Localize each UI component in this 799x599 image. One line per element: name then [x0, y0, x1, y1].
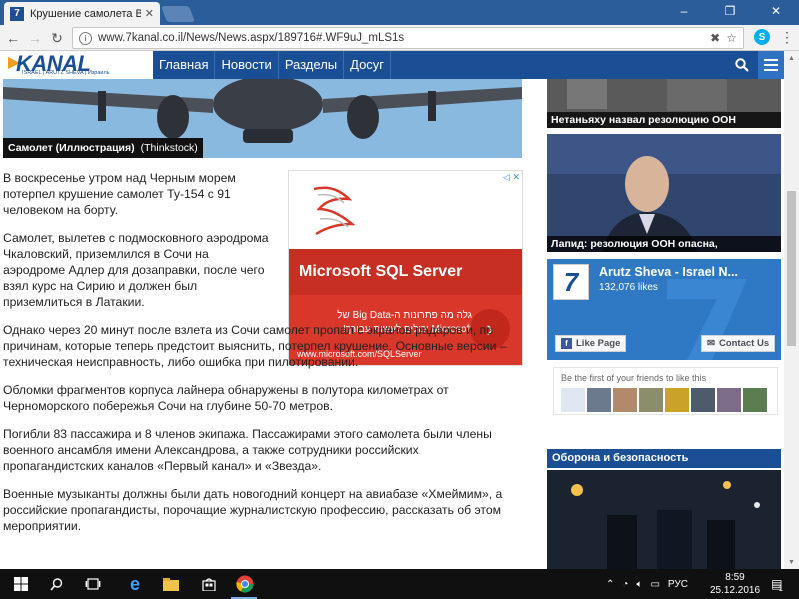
browser-tab[interactable]: 7 Крушение самолета В Р ✕ — [4, 2, 160, 25]
nav-item-sections[interactable]: Разделы — [279, 51, 345, 79]
avatar[interactable] — [717, 388, 741, 412]
screen: 7 Крушение самолета В Р ✕ – ❐ ✕ ← → ↻ i … — [0, 0, 799, 599]
nav-item-home[interactable]: Главная — [153, 51, 216, 79]
article-paragraph: Обломки фрагментов корпуса лайнера обнар… — [3, 383, 449, 413]
defense-news-photo[interactable] — [547, 470, 781, 569]
address-bar[interactable]: i www.7kanal.co.il/News/News.aspx/189716… — [72, 27, 744, 49]
nav-menu: Главная Новости Разделы Досуг — [153, 51, 392, 79]
friends-text: Be the first of your friends to like thi… — [561, 373, 707, 383]
clock-date: 25.12.2016 — [710, 585, 761, 596]
avatar[interactable] — [613, 388, 637, 412]
extension-blocked-icon[interactable]: ✖ — [710, 31, 720, 45]
hamburger-menu-icon[interactable] — [758, 51, 784, 79]
news-photo — [547, 470, 781, 569]
tab-title: Крушение самолета В Р — [30, 7, 141, 20]
friends-avatars — [561, 388, 767, 412]
avatar[interactable] — [691, 388, 715, 412]
url-text: www.7kanal.co.il/News/News.aspx/189716#.… — [98, 32, 405, 44]
hero-caption-text: Самолет (Иллюстрация) — [8, 142, 135, 154]
article-paragraph: Военные музыканты должны были дать новог… — [3, 487, 503, 533]
keyboard-language[interactable]: РУС — [668, 579, 688, 590]
browser-tabstrip: 7 Крушение самолета В Р ✕ – ❐ ✕ — [0, 0, 799, 25]
scrollbar-thumb[interactable] — [787, 191, 796, 346]
article-paragraph: В воскресенье утром над Черным морем пот… — [3, 171, 236, 217]
minimize-button[interactable]: – — [662, 0, 706, 22]
browser-toolbar: ← → ↻ i www.7kanal.co.il/News/News.aspx/… — [0, 25, 799, 51]
show-hidden-icons-icon[interactable]: ⌃ — [606, 579, 614, 590]
avatar[interactable] — [561, 388, 585, 412]
article-hero-image: Самолет (Иллюстрация) (Thinkstock) — [3, 79, 522, 158]
back-arrow-icon[interactable]: ← — [4, 29, 22, 47]
facebook-page-name[interactable]: Arutz Sheva - Israel N... — [599, 265, 738, 279]
logo-seven: 7 — [563, 266, 579, 297]
task-view-icon[interactable] — [82, 573, 104, 595]
facebook-icon: f — [561, 338, 572, 349]
contact-us-label: Contact Us — [718, 338, 770, 349]
search-icon[interactable] — [46, 573, 68, 595]
scroll-up-icon[interactable]: ▲ — [784, 51, 799, 65]
windows-taskbar: e ⌃ ◔ 🔈︎ ▭ РУС 8:59 25.12.2016 ▤ 1 — [0, 569, 799, 599]
bookmark-star-icon[interactable]: ☆ — [726, 31, 737, 45]
info-icon[interactable]: i — [79, 31, 92, 45]
avatar[interactable] — [587, 388, 611, 412]
envelope-icon: ✉ — [707, 338, 715, 349]
search-icon[interactable] — [732, 55, 752, 75]
avatar[interactable] — [743, 388, 767, 412]
avatar[interactable] — [665, 388, 689, 412]
article-body: В воскресенье утром над Черным морем пот… — [3, 170, 523, 546]
windows-start-icon[interactable] — [10, 573, 32, 595]
store-icon[interactable] — [198, 573, 220, 595]
news-card-lapid[interactable]: Лапид: резолюция ООН опасна, — [547, 134, 781, 252]
scroll-down-icon[interactable]: ▼ — [784, 555, 799, 569]
edge-browser-icon[interactable]: e — [124, 573, 146, 595]
notifications-icon[interactable]: ▤ 1 — [766, 573, 788, 595]
hero-caption-source: (Thinkstock) — [140, 142, 198, 154]
chrome-icon[interactable] — [234, 573, 256, 595]
article-paragraph: Погибли 83 пассажира и 8 членов экипажа.… — [3, 427, 492, 473]
site-logo[interactable]: KANAL ISRAEL | ARUTZ SHEVA | Израиль — [0, 51, 153, 79]
arutz-sheva-logo[interactable]: 7 — [553, 264, 589, 300]
logo-subtitle: ISRAEL | ARUTZ SHEVA | Израиль — [22, 70, 110, 76]
browser-menu-icon[interactable]: ⋮ — [780, 29, 794, 46]
news-photo — [547, 134, 781, 252]
wifi-icon[interactable]: ◔ — [622, 579, 628, 590]
like-page-label: Like Page — [576, 338, 621, 349]
nav-item-leisure[interactable]: Досуг — [344, 51, 392, 79]
avatar[interactable] — [639, 388, 663, 412]
maximize-button[interactable]: ❐ — [708, 0, 752, 22]
news-card-caption: Нетаньяху назвал резолюцию ООН — [547, 112, 781, 128]
close-tab-icon[interactable]: ✕ — [145, 7, 154, 20]
news-card-netanyahu[interactable]: Нетаньяху назвал резолюцию ООН — [547, 79, 781, 128]
news-card-caption: Лапид: резолюция ООН опасна, — [547, 236, 781, 252]
skype-extension-icon[interactable]: S — [754, 29, 770, 45]
file-explorer-icon[interactable] — [160, 573, 182, 595]
page-scrollbar[interactable]: ▲ ▼ — [784, 51, 799, 569]
volume-icon[interactable]: 🔈︎ — [636, 579, 642, 590]
like-page-button[interactable]: f Like Page — [555, 335, 627, 352]
facebook-page-widget: 7 Arutz Sheva - Israel N... 132,076 like… — [547, 259, 781, 360]
taskbar-clock[interactable]: 8:59 25.12.2016 — [710, 571, 760, 597]
battery-icon[interactable]: ▭ — [650, 579, 659, 590]
close-window-button[interactable]: ✕ — [754, 0, 798, 22]
facebook-friends-box: Be the first of your friends to like thi… — [553, 367, 778, 415]
new-tab-button[interactable] — [161, 6, 195, 22]
forward-arrow-icon[interactable]: → — [26, 29, 44, 47]
nav-item-news[interactable]: Новости — [215, 51, 279, 79]
notification-count: 1 — [778, 583, 783, 593]
facebook-likes-count: 132,076 likes — [599, 282, 658, 293]
hero-caption: Самолет (Иллюстрация) (Thinkstock) — [3, 138, 203, 158]
clock-time: 8:59 — [725, 572, 745, 583]
contact-us-button[interactable]: ✉ Contact Us — [701, 335, 776, 352]
article-paragraph: Самолет, вылетев с подмосковного аэродро… — [3, 231, 269, 309]
reload-icon[interactable]: ↻ — [48, 29, 66, 47]
site-navbar: KANAL ISRAEL | ARUTZ SHEVA | Израиль Гла… — [0, 51, 784, 79]
article-paragraph: Однако через 20 минут после взлета из Со… — [3, 323, 507, 369]
site-favicon-icon: 7 — [10, 6, 24, 21]
section-header-defense[interactable]: Оборона и безопасность — [547, 449, 781, 468]
system-tray: ⌃ ◔ 🔈︎ ▭ РУС — [606, 569, 688, 599]
